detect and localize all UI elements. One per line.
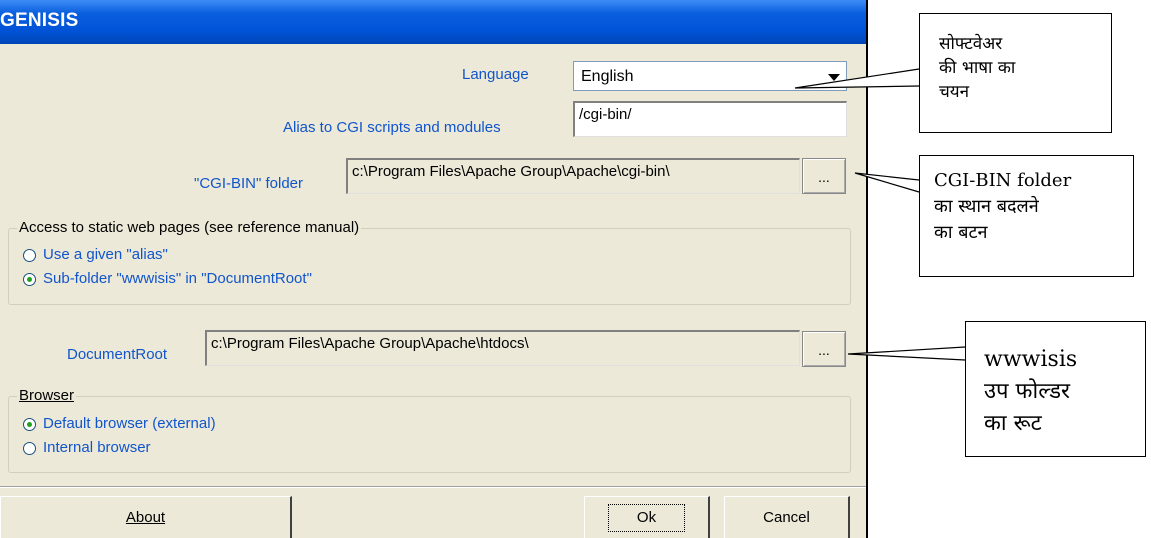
docroot-callout-pointer: [847, 346, 966, 361]
language-callout: सोफ्टवेअर की भाषा का चयन: [919, 13, 1112, 133]
docroot-callout-text: wwwisis उप फोल्डर का रूट: [984, 347, 1078, 436]
cgibin-callout-pointer: [854, 172, 920, 193]
docroot-callout: wwwisis उप फोल्डर का रूट: [965, 321, 1146, 457]
cgibin-callout: CGI-BIN folder का स्थान बदलने का बटन: [919, 155, 1134, 277]
language-callout-text: सोफ्टवेअर की भाषा का चयन: [939, 34, 1016, 102]
language-callout-pointer: [794, 68, 920, 89]
cgibin-callout-text: CGI-BIN folder का स्थान बदलने का बटन: [934, 170, 1072, 243]
